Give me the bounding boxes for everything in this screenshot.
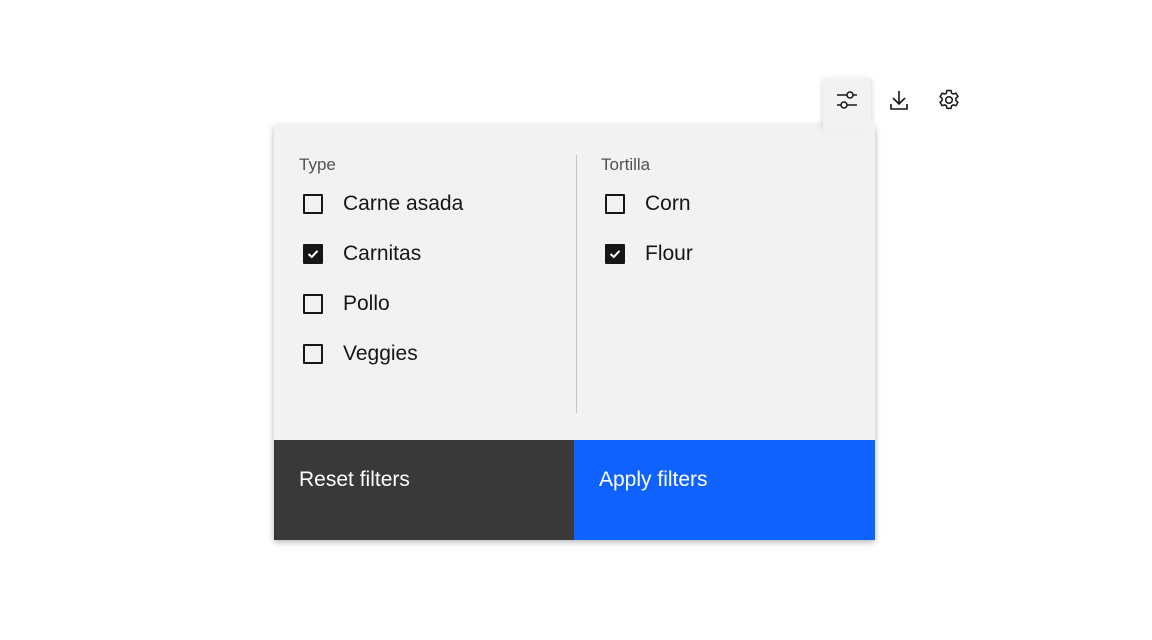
settings-adjust-icon <box>835 88 859 117</box>
column-divider <box>576 155 577 413</box>
checkbox-label: Veggies <box>343 342 418 365</box>
gear-icon <box>937 88 961 117</box>
checkbox-box[interactable] <box>303 294 323 314</box>
checkbox-flour[interactable]: Flour <box>601 242 693 266</box>
checkbox-box[interactable] <box>605 194 625 214</box>
checkbox-carnitas[interactable]: Carnitas <box>299 242 421 266</box>
checkbox-box[interactable] <box>303 344 323 364</box>
filter-panel: Type Carne asada Carnitas Pollo Veggies <box>274 125 875 540</box>
checkbox-corn[interactable]: Corn <box>601 192 691 216</box>
apply-filters-button[interactable]: Apply filters <box>574 440 875 540</box>
checkbox-carne-asada[interactable]: Carne asada <box>299 192 463 216</box>
checkbox-label: Carne asada <box>343 192 464 215</box>
download-icon <box>887 88 911 117</box>
reset-filters-button[interactable]: Reset filters <box>274 440 574 540</box>
checkmark-icon <box>307 250 319 259</box>
checkbox-veggies[interactable]: Veggies <box>299 342 418 366</box>
settings-button[interactable] <box>925 78 973 126</box>
download-button[interactable] <box>875 78 923 126</box>
checkbox-label: Corn <box>645 192 691 215</box>
group-legend: Type <box>299 155 336 174</box>
checkbox-label: Flour <box>645 242 693 265</box>
checkbox-box[interactable] <box>605 244 625 264</box>
checkbox-label: Carnitas <box>343 242 422 265</box>
checkmark-icon <box>609 250 621 259</box>
checkbox-box[interactable] <box>303 244 323 264</box>
checkbox-label: Pollo <box>343 292 390 315</box>
panel-connector <box>823 118 875 132</box>
group-legend: Tortilla <box>601 155 651 174</box>
checkbox-box[interactable] <box>303 194 323 214</box>
checkbox-pollo[interactable]: Pollo <box>299 292 390 316</box>
